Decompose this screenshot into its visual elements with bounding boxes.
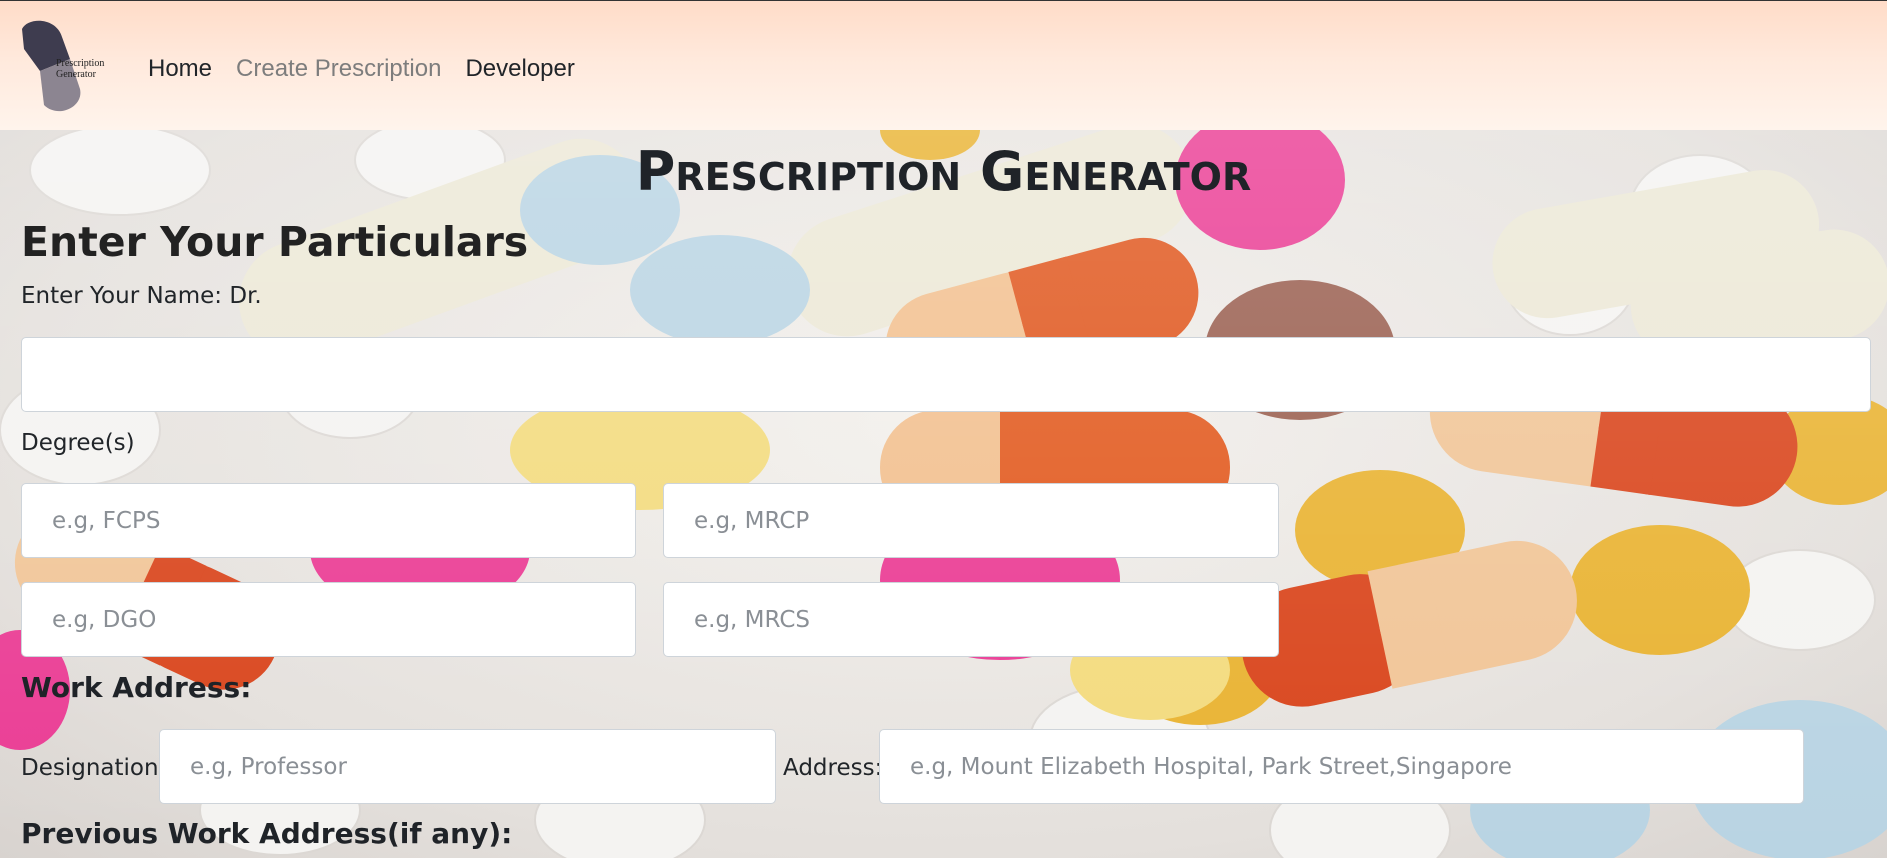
degree-input-3[interactable] xyxy=(21,582,636,657)
work-address-input[interactable] xyxy=(879,729,1804,804)
name-label: Enter Your Name: Dr. xyxy=(21,283,262,309)
main-content: Prescription Generator Enter Your Partic… xyxy=(0,130,1887,858)
degree-input-2[interactable] xyxy=(663,483,1279,558)
svg-text:Generator: Generator xyxy=(56,69,97,80)
nav-developer-link[interactable]: Developer xyxy=(465,51,574,87)
nav-create-prescription-link[interactable]: Create Prescription xyxy=(236,51,441,87)
prescription-generator-logo[interactable]: Prescription Generator xyxy=(18,19,118,115)
section-title: Enter Your Particulars xyxy=(21,218,529,266)
previous-work-address-heading: Previous Work Address(if any): xyxy=(21,817,513,850)
designation-input[interactable] xyxy=(159,729,776,804)
degree-input-1[interactable] xyxy=(21,483,636,558)
page-title: Prescription Generator xyxy=(635,140,1252,203)
degree-input-4[interactable] xyxy=(663,582,1279,657)
navbar: Prescription Generator Home Create Presc… xyxy=(0,0,1887,130)
svg-text:Prescription: Prescription xyxy=(56,58,104,69)
degrees-label: Degree(s) xyxy=(21,430,135,456)
doctor-name-input[interactable] xyxy=(21,337,1871,412)
designation-label: Designation: xyxy=(21,755,167,781)
nav-links: Home Create Prescription Developer xyxy=(148,51,599,87)
work-address-heading: Work Address: xyxy=(21,671,252,704)
nav-home-link[interactable]: Home xyxy=(148,51,212,87)
address-label: Address: xyxy=(783,755,883,781)
